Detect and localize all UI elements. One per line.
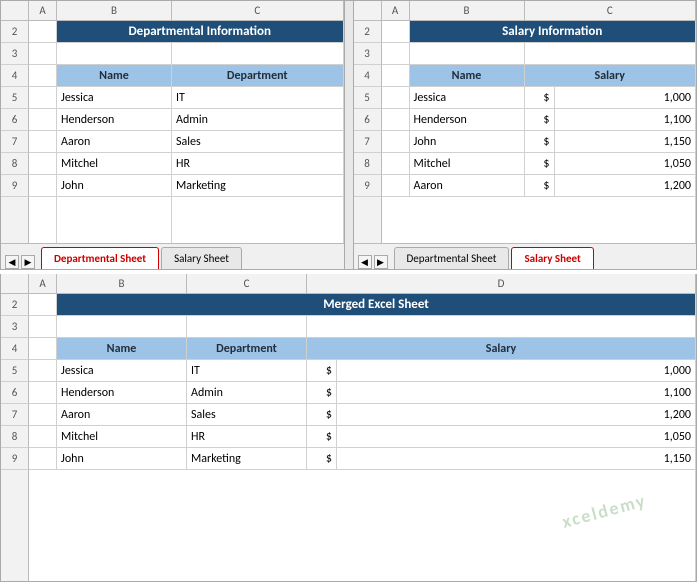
dept-header-dept: Department (172, 65, 344, 87)
col-header-A: A (29, 1, 57, 21)
top-left-grid: 2 Departmental Information 3 4 Name Depa… (1, 21, 344, 243)
bot-col-A: A (29, 274, 57, 294)
dept-row-1-name: Jessica (57, 87, 172, 109)
merged-header-dept: Department (187, 338, 307, 360)
tab-departmental-inactive-r[interactable]: Departmental Sheet (394, 247, 510, 269)
tab-salary-sheet-active[interactable]: Salary Sheet (511, 247, 593, 269)
tab-departmental-sheet[interactable]: Departmental Sheet (41, 247, 159, 269)
col-header-B-r: B (410, 1, 525, 21)
bot-col-C: C (187, 274, 307, 294)
tab-salary-sheet-inactive[interactable]: Salary Sheet (161, 247, 242, 269)
col-header-B: B (57, 1, 172, 21)
bot-col-B: B (57, 274, 187, 294)
nav-left-arrow[interactable]: ◀ (5, 255, 19, 269)
nav-right-arrow-r[interactable]: ▶ (374, 255, 388, 269)
bottom-grid: 2 Merged Excel Sheet 3 4 Name Department… (1, 294, 696, 581)
nav-left-arrow-r[interactable]: ◀ (358, 255, 372, 269)
row-num: 2 (1, 21, 29, 43)
top-right-grid: 2 Salary Information 3 4 Name Salary (354, 21, 697, 243)
sal-header-salary: Salary (525, 65, 697, 87)
col-header-C: C (172, 1, 344, 21)
dept-row-1-dept: IT (172, 87, 344, 109)
merged-title: Merged Excel Sheet (57, 294, 696, 316)
dept-header-name: Name (57, 65, 172, 87)
cell-a2 (29, 21, 57, 43)
salary-title: Salary Information (410, 21, 697, 43)
sal-header-name: Name (410, 65, 525, 87)
col-header-A-r: A (382, 1, 410, 21)
merged-header-name: Name (57, 338, 187, 360)
col-header-C-r: C (525, 1, 697, 21)
merged-header-salary: Salary (307, 338, 696, 360)
bot-col-D: D (307, 274, 696, 294)
nav-right-arrow[interactable]: ▶ (21, 255, 35, 269)
dept-title: Departmental Information (57, 21, 344, 43)
